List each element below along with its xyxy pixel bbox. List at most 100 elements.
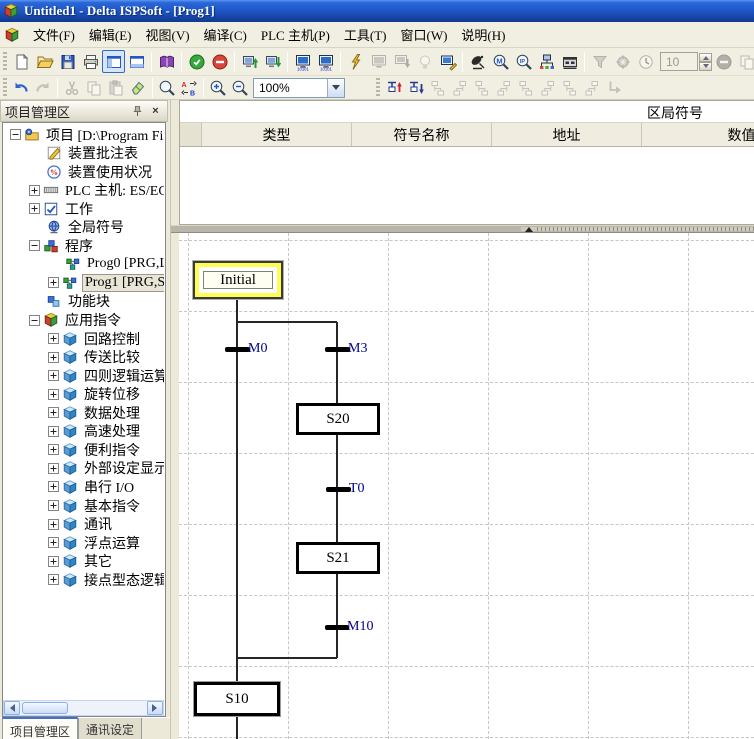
insert-step-above-button[interactable]: [383, 78, 405, 99]
tree-item-6[interactable]: 程序: [4, 236, 95, 255]
spin-up-icon[interactable]: [699, 53, 712, 62]
download-program-button[interactable]: [261, 50, 284, 73]
network-planning-button[interactable]: [535, 50, 558, 73]
tree-expander-plus[interactable]: [48, 556, 59, 567]
new-file-button[interactable]: [10, 50, 33, 73]
filter-button[interactable]: [588, 50, 611, 73]
refresh-interval-value[interactable]: 10: [660, 52, 698, 71]
sfc-step-initial[interactable]: Initial: [193, 261, 283, 299]
panel-tab-2[interactable]: 通讯设定: [78, 718, 142, 739]
title-bar[interactable]: Untitled1 - Delta ISPSoft - [Prog1]: [0, 0, 754, 22]
tree-expander-plus[interactable]: [48, 389, 59, 400]
project-panel-toggle-button[interactable]: [102, 50, 125, 73]
undo-button[interactable]: [10, 77, 32, 98]
sfc-transition-m3[interactable]: [325, 347, 350, 352]
insert-step-below-button[interactable]: [405, 78, 427, 99]
tree-horizontal-scrollbar[interactable]: [3, 700, 164, 716]
tree-item-21[interactable]: 通讯: [4, 515, 114, 534]
tree-expander-plus[interactable]: [48, 370, 59, 381]
menu-item-1[interactable]: 文件(F): [26, 21, 82, 48]
scroll-thumb[interactable]: [22, 702, 68, 714]
refresh-time-button[interactable]: [634, 50, 657, 73]
insert-serial-divergence-button[interactable]: [427, 78, 449, 99]
tree-expander-plus[interactable]: [29, 185, 40, 196]
insert-selective-convergence-button[interactable]: [537, 78, 559, 99]
tree-expander-plus[interactable]: [48, 500, 59, 511]
tree-item-16[interactable]: 高速处理: [4, 422, 142, 441]
monitor-download-button[interactable]: [390, 50, 413, 73]
save-button[interactable]: [56, 50, 79, 73]
online-monitor-button[interactable]: 10101: [291, 50, 314, 73]
simulator-button[interactable]: [558, 50, 581, 73]
tree-item-19[interactable]: 串行 I/O: [4, 477, 136, 496]
refresh-interval-spinner[interactable]: 10: [660, 52, 712, 71]
tree-item-18[interactable]: 外部设定显示: [4, 459, 164, 478]
tree-item-10[interactable]: 应用指令: [4, 311, 123, 330]
tree-item-13[interactable]: 四则逻辑运算: [4, 366, 164, 385]
tree-item-17[interactable]: 便利指令: [4, 440, 142, 459]
tree-item-1[interactable]: 装置批注表: [4, 144, 140, 163]
tree-expander-plus[interactable]: [48, 463, 59, 474]
scroll-right-icon[interactable]: [147, 701, 163, 715]
tree-item-24[interactable]: 接点型态逻辑运算: [4, 570, 164, 589]
monitor-table-button[interactable]: [367, 50, 390, 73]
panel-tab-1[interactable]: 项目管理区: [2, 717, 78, 739]
sfc-transition-t0[interactable]: [326, 487, 351, 492]
tree-item-3[interactable]: PLC 主机: ES/EC: [4, 181, 164, 200]
tree-expander-plus[interactable]: [48, 407, 59, 418]
pin-icon[interactable]: [130, 104, 145, 118]
search-module-button[interactable]: M: [489, 50, 512, 73]
menu-item-8[interactable]: 说明(H): [454, 21, 512, 48]
tree-item-9[interactable]: 功能块: [4, 292, 112, 311]
monitor-setting-button[interactable]: [611, 50, 634, 73]
tree-expander-plus[interactable]: [48, 426, 59, 437]
clipped-edge-button[interactable]: [735, 50, 754, 73]
tree-expander-plus[interactable]: [48, 333, 59, 344]
tree-expander-plus[interactable]: [48, 352, 59, 363]
help-book-button[interactable]: [155, 50, 178, 73]
symbol-row-header-stub[interactable]: [180, 123, 202, 146]
tree-item-14[interactable]: 旋转位移: [4, 385, 142, 404]
pc-communication-button[interactable]: [436, 50, 459, 73]
toolbar-grip[interactable]: [3, 52, 7, 72]
insert-action-button[interactable]: [581, 78, 603, 99]
tree-item-8[interactable]: Prog1 [PRG,SFC]: [4, 273, 164, 292]
sfc-transition-m0[interactable]: [225, 347, 250, 352]
menu-item-2[interactable]: 编辑(E): [82, 21, 139, 48]
tree-item-23[interactable]: 其它: [4, 552, 114, 571]
collapse-up-icon[interactable]: [521, 227, 537, 231]
symbol-column-header[interactable]: 符号名称: [352, 123, 492, 146]
find-button[interactable]: [156, 77, 178, 98]
paste-button[interactable]: [105, 77, 127, 98]
zoom-in-button[interactable]: [207, 77, 229, 98]
toolbar-grip[interactable]: [376, 78, 380, 98]
tree-expander-plus[interactable]: [48, 537, 59, 548]
tree-expander-minus[interactable]: [29, 315, 40, 326]
symbol-column-header[interactable]: 数值: [642, 123, 754, 146]
menu-item-7[interactable]: 窗口(W): [393, 21, 454, 48]
run-plc-button[interactable]: [185, 50, 208, 73]
device-monitor-button[interactable]: 10101: [314, 50, 337, 73]
tree-item-20[interactable]: 基本指令: [4, 496, 142, 515]
replace-button[interactable]: AB: [178, 77, 200, 98]
communication-setting-button[interactable]: [466, 50, 489, 73]
open-project-button[interactable]: [33, 50, 56, 73]
tree-item-4[interactable]: 工作: [4, 199, 95, 218]
tree-expander-plus[interactable]: [48, 444, 59, 455]
tree-expander-minus[interactable]: [29, 240, 40, 251]
symbol-table-body[interactable]: [180, 147, 754, 225]
menu-item-4[interactable]: 编译(C): [197, 21, 254, 48]
sfc-step-s10[interactable]: S10: [194, 682, 280, 716]
tree-item-15[interactable]: 数据处理: [4, 403, 142, 422]
tree-expander-plus[interactable]: [48, 519, 59, 530]
insert-jump-button[interactable]: [603, 78, 625, 99]
insert-selective-divergence-button[interactable]: [515, 78, 537, 99]
tree-item-7[interactable]: Prog0 [PRG,LD]: [4, 255, 164, 274]
tree-expander-plus[interactable]: [48, 481, 59, 492]
force-value-button[interactable]: [413, 50, 436, 73]
splitter-collapse-strip[interactable]: [521, 227, 754, 231]
stop-monitor-button[interactable]: [712, 50, 735, 73]
print-button[interactable]: [79, 50, 102, 73]
stop-plc-button[interactable]: [208, 50, 231, 73]
zoom-out-button[interactable]: [229, 77, 251, 98]
